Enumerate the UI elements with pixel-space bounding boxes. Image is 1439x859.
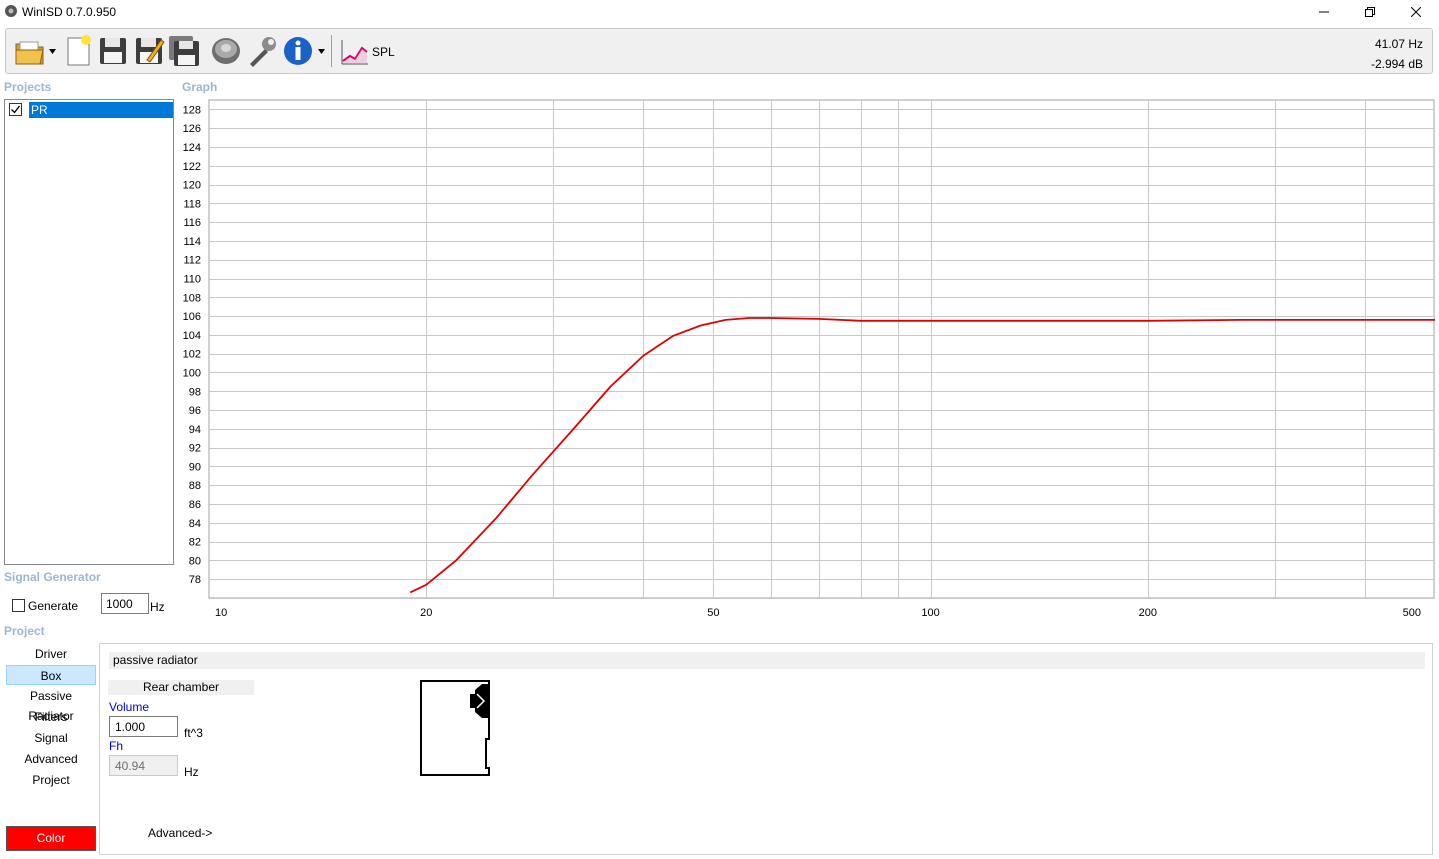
y-tick-label: 110 <box>183 274 201 286</box>
nav-passive-radiator[interactable]: Passive Radiator <box>6 686 96 723</box>
signal-frequency-unit: Hz <box>150 600 165 614</box>
graph-heading: Graph <box>182 80 218 94</box>
x-tick-label: 500 <box>1403 607 1421 619</box>
nav-advanced[interactable]: Advanced <box>6 749 96 769</box>
x-axis-tick-labels: 10 20 50 100 200 500 <box>215 607 1421 619</box>
y-tick-label: 98 <box>189 386 201 398</box>
checkmark-icon <box>11 105 21 114</box>
title-bar: WinISD 0.7.0.950 <box>0 0 1439 24</box>
y-tick-label: 118 <box>183 198 201 210</box>
volume-label: Volume <box>109 700 150 714</box>
enclosure-diagram <box>420 680 490 776</box>
box-panel: passive radiator Rear chamber Volume ft^… <box>99 643 1433 855</box>
chart-grid <box>208 99 1435 599</box>
y-tick-label: 82 <box>189 537 201 549</box>
y-tick-label: 106 <box>183 311 201 323</box>
spl-graph[interactable]: 78 80 82 84 86 88 90 92 94 96 98 100 102 104 106 108 110… <box>180 98 1435 622</box>
winisd-app-icon <box>5 5 17 17</box>
spl-chart[interactable]: 78 80 82 84 86 88 90 92 94 96 98 100 102 104 106 108 110… <box>180 98 1435 622</box>
y-tick-label: 84 <box>189 518 201 530</box>
minimize-button[interactable] <box>1301 0 1347 24</box>
y-tick-label: 120 <box>183 180 201 192</box>
y-tick-label: 94 <box>189 424 201 436</box>
chevron-down-icon[interactable] <box>318 49 325 54</box>
volume-input[interactable] <box>109 716 178 737</box>
cursor-frequency-readout: 41.07 Hz <box>1374 37 1423 51</box>
generate-checkbox[interactable] <box>12 599 25 612</box>
y-tick-label: 128 <box>183 104 201 116</box>
spl-graph-label[interactable]: SPL <box>372 45 395 59</box>
project-name[interactable]: PR <box>29 102 173 118</box>
window-title: WinISD 0.7.0.950 <box>22 5 117 19</box>
info-icon[interactable] <box>282 34 314 68</box>
x-tick-label: 50 <box>707 607 719 619</box>
y-tick-label: 78 <box>189 574 201 586</box>
nav-box[interactable]: Box <box>6 665 96 685</box>
nav-driver[interactable]: Driver <box>6 644 96 664</box>
y-tick-label: 100 <box>183 367 201 379</box>
y-tick-label: 80 <box>189 555 201 567</box>
volume-unit: ft^3 <box>184 726 203 740</box>
y-tick-label: 124 <box>183 142 201 154</box>
y-axis-tick-labels: 78 80 82 84 86 88 90 92 94 96 98 100 102 104 106 108 110… <box>183 104 201 586</box>
new-document-icon[interactable] <box>62 34 94 68</box>
signal-generator-heading: Signal Generator <box>4 570 101 584</box>
y-tick-label: 90 <box>189 461 201 473</box>
spl-graph-icon[interactable] <box>338 34 370 68</box>
close-button[interactable] <box>1393 0 1439 24</box>
advanced-link[interactable]: Advanced-> <box>148 826 212 840</box>
y-tick-label: 116 <box>183 217 201 229</box>
toolbar-separator <box>331 35 332 67</box>
restore-icon <box>1365 7 1375 17</box>
minimize-icon <box>1319 11 1329 13</box>
nav-signal[interactable]: Signal <box>6 728 96 748</box>
fh-unit: Hz <box>184 765 199 779</box>
y-tick-label: 88 <box>189 480 201 492</box>
y-tick-label: 96 <box>189 405 201 417</box>
generate-label[interactable]: Generate <box>28 599 78 613</box>
main-toolbar: SPL 41.07 Hz -2.994 dB <box>5 28 1433 74</box>
project-visible-checkbox[interactable] <box>9 103 22 116</box>
save-icon[interactable] <box>97 34 129 68</box>
fh-input <box>109 755 178 776</box>
wrench-icon[interactable] <box>246 34 278 68</box>
projects-heading: Projects <box>4 80 52 94</box>
x-tick-label: 10 <box>215 607 227 619</box>
y-tick-label: 126 <box>183 123 201 135</box>
x-tick-label: 200 <box>1139 607 1157 619</box>
x-tick-label: 20 <box>420 607 432 619</box>
folder-open-icon[interactable] <box>14 34 46 68</box>
y-tick-label: 112 <box>183 255 201 267</box>
y-tick-label: 108 <box>183 292 201 304</box>
y-tick-label: 104 <box>183 330 201 342</box>
save-all-icon[interactable] <box>168 34 200 68</box>
nav-filters[interactable]: Filters <box>6 707 96 727</box>
save-as-icon[interactable] <box>133 34 165 68</box>
fh-label: Fh <box>109 739 124 753</box>
rear-chamber-header: Rear chamber <box>108 680 254 695</box>
cursor-level-readout: -2.994 dB <box>1370 57 1423 71</box>
x-tick-label: 100 <box>921 607 939 619</box>
project-item[interactable]: PR <box>7 102 173 118</box>
signal-frequency-input[interactable] <box>101 593 149 614</box>
y-tick-label: 92 <box>189 443 201 455</box>
project-heading: Project <box>4 624 45 638</box>
speaker-icon[interactable] <box>210 34 242 68</box>
box-type-header: passive radiator <box>109 652 1425 669</box>
y-tick-label: 86 <box>189 499 201 511</box>
chevron-down-icon[interactable] <box>49 49 56 54</box>
restore-button[interactable] <box>1347 0 1393 24</box>
y-tick-label: 114 <box>183 236 201 248</box>
color-button[interactable]: Color <box>6 826 96 851</box>
y-tick-label: 102 <box>183 349 201 361</box>
y-tick-label: 122 <box>183 161 201 173</box>
nav-project[interactable]: Project <box>6 770 96 790</box>
projects-list[interactable]: PR <box>4 99 174 565</box>
close-icon <box>1411 7 1421 17</box>
